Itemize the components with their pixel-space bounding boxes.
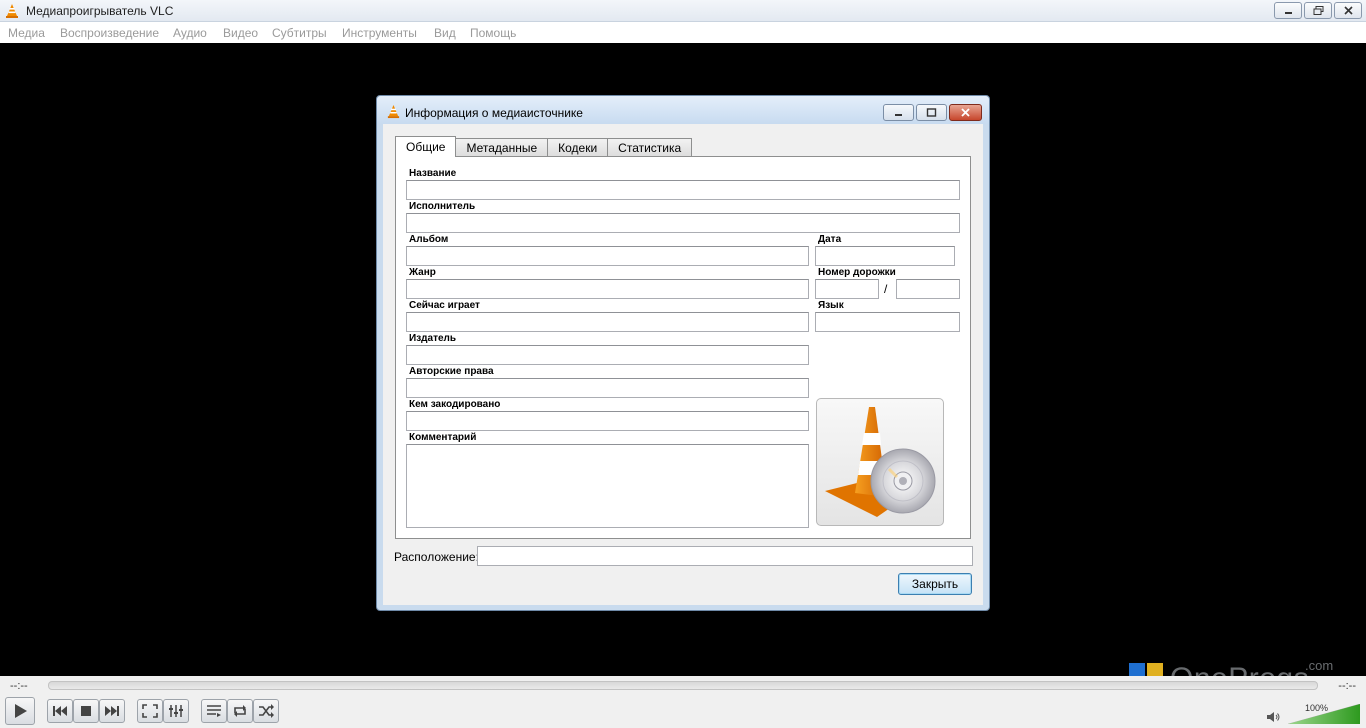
restore-button[interactable]	[1304, 2, 1332, 19]
encoded-by-label: Кем закодировано	[409, 399, 501, 410]
menu-tools[interactable]: Инструменты	[342, 26, 417, 40]
minimize-icon	[895, 114, 902, 116]
playback-controls: --:-- --:-- 100%	[0, 676, 1366, 728]
media-info-dialog: Информация о медиаисточнике Общие Метада…	[376, 95, 990, 611]
previous-button[interactable]	[47, 699, 73, 723]
album-field[interactable]	[406, 246, 809, 266]
date-field[interactable]	[815, 246, 955, 266]
album-art	[816, 398, 944, 526]
maximize-icon	[926, 108, 937, 117]
track-separator: /	[884, 282, 888, 296]
menu-audio[interactable]: Аудио	[173, 26, 207, 40]
loop-button[interactable]	[227, 699, 253, 723]
next-icon	[105, 706, 119, 716]
close-dialog-button[interactable]: Закрыть	[898, 573, 972, 595]
menu-help[interactable]: Помощь	[470, 26, 516, 40]
elapsed-time: --:--	[10, 680, 28, 692]
vlc-cone-icon	[387, 104, 400, 119]
watermark-suffix: .com	[1305, 658, 1334, 673]
close-icon	[1343, 6, 1353, 15]
play-icon	[15, 704, 27, 718]
stop-icon	[81, 706, 91, 716]
tab-codecs[interactable]: Кодеки	[547, 138, 609, 157]
track-number-label: Номер дорожки	[818, 267, 896, 278]
tab-bar: Общие Метаданные Кодеки Статистика	[395, 136, 693, 157]
location-label: Расположение:	[394, 550, 479, 564]
menu-view[interactable]: Вид	[434, 26, 456, 40]
dialog-close-button[interactable]	[949, 104, 982, 121]
close-window-button[interactable]	[1334, 2, 1362, 19]
menu-video[interactable]: Видео	[223, 26, 258, 40]
shuffle-icon	[259, 704, 274, 718]
dialog-title: Информация о медиаисточнике	[405, 106, 583, 120]
tab-statistics[interactable]: Статистика	[607, 138, 693, 157]
playlist-icon	[207, 705, 221, 717]
minimize-icon	[1284, 12, 1292, 14]
comment-label: Комментарий	[409, 432, 477, 443]
restore-icon	[1313, 6, 1323, 15]
artist-label: Исполнитель	[409, 201, 476, 212]
extended-settings-button[interactable]	[163, 699, 189, 723]
menu-media[interactable]: Медиа	[8, 26, 45, 40]
playlist-button[interactable]	[201, 699, 227, 723]
artist-field[interactable]	[406, 213, 960, 233]
window-title: Медиапроигрыватель VLC	[26, 4, 174, 18]
copyright-field[interactable]	[406, 378, 809, 398]
main-titlebar: Медиапроигрыватель VLC	[0, 0, 1366, 22]
menu-subtitles[interactable]: Субтитры	[272, 26, 327, 40]
seek-slider[interactable]	[48, 681, 1318, 690]
now-playing-field[interactable]	[406, 312, 809, 332]
now-playing-label: Сейчас играет	[409, 300, 480, 311]
publisher-field[interactable]	[406, 345, 809, 365]
fullscreen-button[interactable]	[137, 699, 163, 723]
speaker-icon[interactable]	[1266, 711, 1280, 723]
title-field[interactable]	[406, 180, 960, 200]
tab-metadata[interactable]: Метаданные	[455, 138, 549, 157]
loop-icon	[234, 705, 246, 717]
general-tab-panel: Название Исполнитель Альбом Дата Жанр Но…	[395, 156, 971, 539]
stop-button[interactable]	[73, 699, 99, 723]
minimize-button[interactable]	[1274, 2, 1302, 19]
track-number-field[interactable]	[815, 279, 879, 299]
previous-icon	[53, 706, 67, 716]
total-time: --:--	[1338, 680, 1356, 692]
publisher-label: Издатель	[409, 333, 457, 344]
copyright-label: Авторские права	[409, 366, 494, 377]
title-label: Название	[409, 168, 457, 179]
genre-label: Жанр	[409, 267, 436, 278]
menu-playback[interactable]: Воспроизведение	[60, 26, 159, 40]
vlc-cone-icon	[6, 4, 18, 18]
next-button[interactable]	[99, 699, 125, 723]
album-label: Альбом	[409, 234, 449, 245]
language-label: Язык	[818, 300, 844, 311]
date-label: Дата	[818, 234, 842, 245]
dialog-titlebar: Информация о медиаисточнике	[377, 96, 989, 124]
dialog-body: Общие Метаданные Кодеки Статистика Назва…	[383, 124, 983, 605]
shuffle-button[interactable]	[253, 699, 279, 723]
track-total-field[interactable]	[896, 279, 960, 299]
menu-bar: Медиа Воспроизведение Аудио Видео Субтит…	[0, 22, 1366, 43]
location-field[interactable]	[477, 546, 973, 566]
dialog-maximize-button[interactable]	[916, 104, 947, 121]
tab-general[interactable]: Общие	[395, 136, 457, 157]
extended-settings-icon	[169, 705, 183, 717]
language-field[interactable]	[815, 312, 960, 332]
comment-field[interactable]	[406, 444, 809, 528]
close-icon	[961, 108, 970, 117]
fullscreen-icon	[142, 704, 158, 718]
vlc-cone-disc-art-icon	[825, 407, 936, 517]
encoded-by-field[interactable]	[406, 411, 809, 431]
genre-field[interactable]	[406, 279, 809, 299]
volume-slider[interactable]	[1288, 704, 1360, 724]
play-button[interactable]	[5, 697, 35, 725]
dialog-minimize-button[interactable]	[883, 104, 914, 121]
